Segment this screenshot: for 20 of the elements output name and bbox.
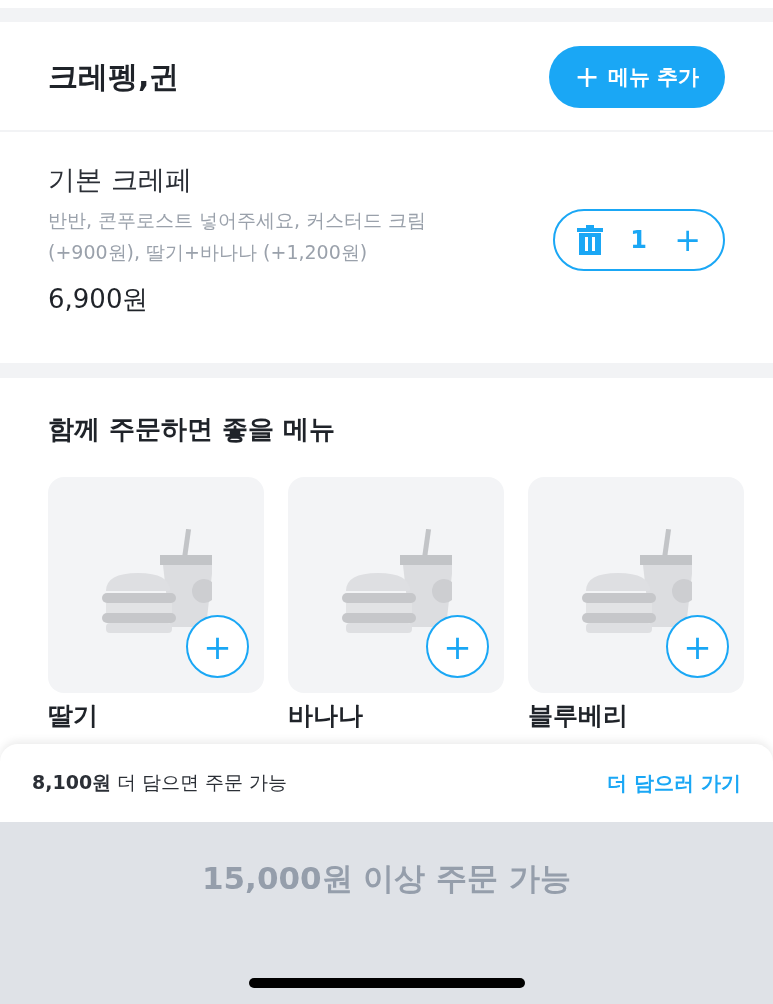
add-menu-button[interactable]: + 메뉴 추가 [548, 46, 725, 108]
menu-thumbnail[interactable]: + [528, 477, 744, 693]
menu-name: 딸기 [48, 701, 99, 731]
section-title: 함께 주문하면 좋을 메뉴 [48, 413, 337, 446]
quantity-value: 1 [630, 225, 647, 254]
menu-thumbnail[interactable]: + [288, 477, 504, 693]
add-button[interactable]: + [186, 615, 249, 678]
item-options: 반반, 콘푸로스트 넣어주세요, 커스터드 크림 (+900원), 딸기+바나나 (+1,200원) [48, 204, 478, 268]
item-name: 기본 크레페 [48, 163, 193, 197]
increase-button[interactable]: + [674, 223, 701, 256]
menu-name: 블루베리 [528, 701, 629, 731]
item-price: 6,900원 [48, 283, 150, 316]
add-button[interactable]: + [666, 615, 729, 678]
menu-thumbnail[interactable]: + [48, 477, 264, 693]
menu-name: 바나나 [288, 701, 364, 731]
add-button[interactable]: + [426, 615, 489, 678]
store-name: 크레펭,귄 [48, 57, 180, 96]
minimum-order-notice: 8,100원 더 담으면 주문 가능 [32, 770, 288, 795]
add-more-link[interactable]: 더 담으러 가기 [607, 769, 741, 797]
trash-icon[interactable] [577, 224, 603, 255]
